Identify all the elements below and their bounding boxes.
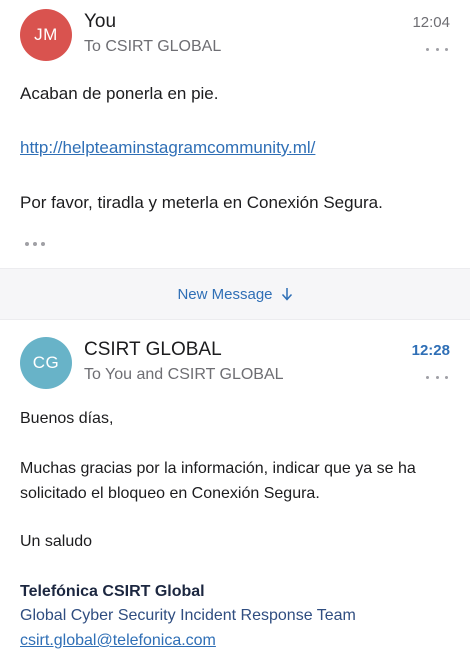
message-body-line: Buenos días,	[20, 410, 114, 427]
message-body-line: Muchas gracias por la información, indic…	[20, 460, 416, 477]
avatar-initials: JM	[34, 25, 58, 44]
avatar-initials: CG	[32, 353, 60, 372]
message-time: 12:04	[412, 14, 450, 31]
recipients[interactable]: To You and CSIRT GLOBAL	[84, 366, 284, 384]
message-body-line: Un saludo	[20, 533, 93, 550]
more-options-icon[interactable]	[426, 372, 448, 382]
message-time: 12:28	[411, 342, 450, 359]
sender-name[interactable]: CSIRT GLOBAL	[84, 339, 222, 361]
message-link[interactable]: http://helpteaminstagramcommunity.ml/	[20, 138, 315, 158]
recipients[interactable]: To CSIRT GLOBAL	[84, 38, 221, 56]
message-body-line: Por favor, tiradla y meterla en Conexión…	[20, 193, 383, 212]
show-quoted-text-icon[interactable]	[25, 240, 45, 248]
signature-name: Telefónica CSIRT Global	[20, 583, 205, 600]
new-message-label: New Message	[177, 285, 273, 303]
signature-email-link[interactable]: csirt.global@telefonica.com	[20, 632, 216, 650]
arrow-down-icon	[281, 288, 292, 301]
avatar-jm[interactable]: JM	[20, 9, 72, 61]
message-body-line: solicitado el bloqueo en Conexión Segura…	[20, 485, 320, 502]
sender-name[interactable]: You	[84, 11, 116, 33]
more-options-icon[interactable]	[426, 44, 448, 54]
new-message-button[interactable]: New Message	[177, 286, 292, 303]
message-body-line: Acaban de ponerla en pie.	[20, 84, 219, 103]
signature-team: Global Cyber Security Incident Response …	[20, 607, 356, 624]
avatar-cg[interactable]: CG	[20, 337, 72, 389]
new-message-divider: New Message	[0, 268, 470, 320]
